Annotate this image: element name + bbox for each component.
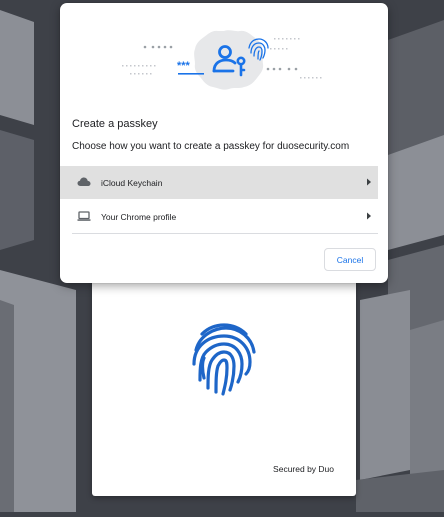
option-label: Your Chrome profile — [101, 211, 177, 222]
fingerprint-icon — [192, 323, 256, 396]
secured-by-duo-text: Secured by Duo — [273, 464, 334, 474]
option-icloud-keychain[interactable]: iCloud Keychain — [60, 166, 378, 199]
option-label: iCloud Keychain — [101, 177, 163, 188]
svg-text:***: *** — [177, 60, 191, 72]
cancel-button[interactable]: Cancel — [324, 248, 376, 271]
cloud-icon — [77, 177, 91, 186]
dialog-title: Create a passkey — [72, 118, 158, 130]
passkey-illustration: *** — [122, 30, 322, 90]
chevron-right-icon — [367, 212, 371, 220]
duo-card: Secured by Duo — [92, 270, 356, 496]
chevron-right-icon — [367, 178, 371, 186]
create-passkey-dialog: *** Create a passkey Choose how you want… — [60, 3, 388, 283]
dialog-subtitle: Choose how you want to create a passkey … — [72, 141, 350, 152]
option-chrome-profile[interactable]: Your Chrome profile — [60, 200, 378, 233]
laptop-icon — [77, 211, 91, 221]
divider — [72, 233, 378, 234]
